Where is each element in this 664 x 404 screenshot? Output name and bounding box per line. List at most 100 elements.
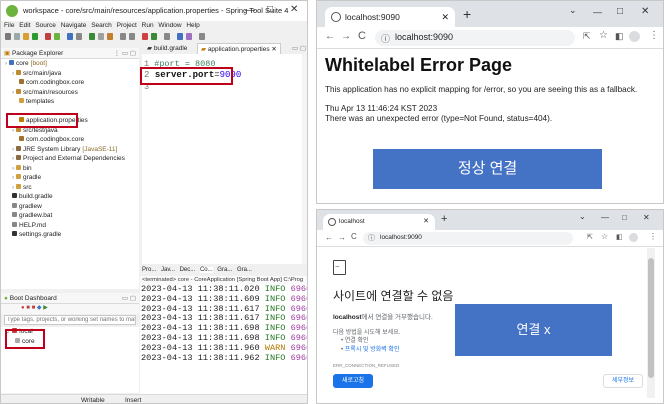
task-icon[interactable] (107, 33, 113, 40)
package-icon[interactable] (67, 33, 73, 40)
forward-arrow-icon[interactable]: → (341, 31, 351, 42)
menu-help[interactable]: Help (186, 22, 199, 29)
address-bar[interactable]: ⓘ localhost:9090 (363, 232, 573, 245)
tip-check-proxy[interactable]: • 프록시 및 방화벽 확인 (341, 346, 399, 355)
tree-item[interactable]: › Project and External Dependencies (1, 154, 139, 164)
share-icon[interactable]: ⇱ (587, 233, 593, 241)
editor-view-menu-icon[interactable]: ▭ ▢ (292, 43, 306, 54)
reload-icon[interactable]: C (358, 30, 366, 42)
address-bar[interactable]: ⓘ localhost:9090 (375, 30, 575, 46)
kebab-menu-icon[interactable]: ⋮ (649, 232, 657, 241)
browser-icon[interactable] (177, 33, 183, 40)
share-icon[interactable]: ⇱ (583, 31, 591, 42)
error-icon[interactable] (142, 33, 148, 40)
tip-check-proxy-link[interactable]: 프록시 및 방화벽 확인 (345, 347, 400, 353)
tab-console[interactable]: Co... (199, 267, 213, 273)
package-explorer-title[interactable]: Package Explorer (12, 50, 63, 57)
open-type-icon[interactable] (98, 33, 104, 40)
console-view[interactable]: <terminated> core - CoreApplication [Spr… (140, 276, 307, 394)
view-menu-icon[interactable]: ⋮ ▭ ▢ (114, 48, 136, 59)
back-arrow-icon[interactable]: ← (325, 31, 335, 42)
tree-item[interactable]: › src/main/java (1, 69, 139, 79)
details-button[interactable]: 세부정보 (603, 374, 643, 388)
minimize-icon[interactable]: — (593, 7, 602, 17)
chrome-tab-localhost[interactable]: localhost:9090 ✕ (325, 7, 455, 27)
search-icon[interactable] (76, 33, 82, 40)
boot-debug-icon[interactable]: ■ (26, 305, 30, 311)
new-tab-button[interactable]: + (441, 213, 447, 225)
chrome-tab-localhost[interactable]: localhost ✕ (323, 214, 435, 230)
tree-item[interactable]: gradlew.bat (1, 211, 139, 221)
tree-item[interactable]: › src (1, 183, 139, 193)
back-arrow-icon[interactable]: ← (325, 233, 333, 242)
bookmark-star-icon[interactable]: ☆ (601, 232, 608, 241)
scrollbar-thumb[interactable] (648, 258, 654, 378)
nav-forward-icon[interactable] (129, 33, 135, 40)
maximize-icon[interactable]: □ (617, 6, 623, 17)
close-icon[interactable]: ✕ (643, 213, 650, 222)
info-icon[interactable]: ⓘ (381, 32, 390, 45)
save-icon[interactable] (14, 33, 20, 40)
boot-dashboard-view-menu-icon[interactable]: ▭ ▢ (122, 293, 136, 304)
boot-stop-icon[interactable]: ■ (32, 305, 36, 311)
boot-dashboard-title[interactable]: Boot Dashboard (10, 295, 57, 302)
maximize-icon[interactable]: □ (267, 1, 273, 20)
close-icon[interactable]: ✕ (290, 1, 298, 20)
boot-console-icon[interactable]: ▶ (43, 305, 48, 311)
tab-search-chevron-down-icon[interactable]: ⌄ (579, 212, 586, 221)
profile-avatar-icon[interactable] (629, 31, 640, 42)
tree-item[interactable]: com.codingbox.core (1, 78, 139, 88)
gear-icon[interactable] (164, 33, 170, 40)
spring-boot-icon[interactable] (54, 33, 60, 40)
tab-close-icon[interactable]: ✕ (271, 46, 276, 53)
tab-close-icon[interactable]: ✕ (441, 7, 449, 27)
boot-open-browser-icon[interactable]: ◆ (37, 305, 42, 311)
tab-close-icon[interactable]: ✕ (423, 214, 429, 230)
tree-item[interactable]: › gradle (1, 173, 139, 183)
maximize-icon[interactable]: □ (622, 213, 627, 222)
nav-back-icon[interactable] (120, 33, 126, 40)
reload-icon[interactable]: C (351, 232, 357, 241)
side-panel-icon[interactable]: ◧ (615, 31, 624, 42)
profile-avatar-icon[interactable] (629, 233, 638, 242)
tree-item[interactable]: com.codingbox.core (1, 135, 139, 145)
ok-icon[interactable] (151, 33, 157, 40)
new-tab-button[interactable]: + (463, 6, 471, 22)
boot-start-icon[interactable]: ● (21, 305, 25, 311)
minimize-icon[interactable]: — (245, 1, 255, 21)
forward-arrow-icon[interactable]: → (338, 233, 346, 242)
menu-window[interactable]: Window (158, 22, 181, 29)
tab-javadoc[interactable]: Jav... (161, 267, 175, 273)
menu-source[interactable]: Source (35, 22, 56, 29)
info-icon[interactable]: ⓘ (368, 233, 375, 243)
tab-gradle-tasks[interactable]: Gra... (217, 267, 232, 273)
boot-dashboard-filter-input[interactable] (4, 315, 136, 325)
minimize-icon[interactable]: — (601, 213, 609, 222)
more-icon[interactable] (199, 33, 205, 40)
debug-icon[interactable] (23, 33, 29, 40)
page-scrollbar[interactable] (647, 248, 655, 398)
tree-item[interactable]: › bin (1, 164, 139, 174)
tree-item[interactable]: build.gradle (1, 192, 139, 202)
new-icon[interactable] (5, 33, 11, 40)
tree-item[interactable]: › JRE System Library [JavaSE-11] (1, 145, 139, 155)
tab-build-gradle[interactable]: ▰ build.gradle (144, 43, 190, 54)
tree-item[interactable]: › src/main/resources (1, 88, 139, 98)
editor-area[interactable]: 1 #port = 8080 2 server.port=9090 3 (142, 54, 307, 264)
bookmark-star-icon[interactable]: ☆ (599, 30, 608, 41)
stop-icon[interactable] (45, 33, 51, 40)
tree-item[interactable]: HELP.md (1, 221, 139, 231)
tab-declaration[interactable]: Dec... (180, 267, 196, 273)
tree-item[interactable]: › core [boot] (1, 59, 139, 69)
tab-search-chevron-down-icon[interactable]: ⌄ (569, 5, 577, 16)
reload-button[interactable]: 새로고침 (333, 374, 373, 388)
menu-run[interactable]: Run (142, 22, 154, 29)
tree-item[interactable]: templates (1, 97, 139, 107)
close-icon[interactable]: ✕ (641, 6, 649, 17)
side-panel-icon[interactable]: ◧ (616, 233, 623, 241)
editor-scrollbar[interactable] (302, 54, 307, 264)
run-icon[interactable] (32, 33, 38, 40)
menu-edit[interactable]: Edit (19, 22, 30, 29)
tree-item[interactable]: gradlew (1, 202, 139, 212)
tree-item[interactable]: settings.gradle (1, 230, 139, 240)
